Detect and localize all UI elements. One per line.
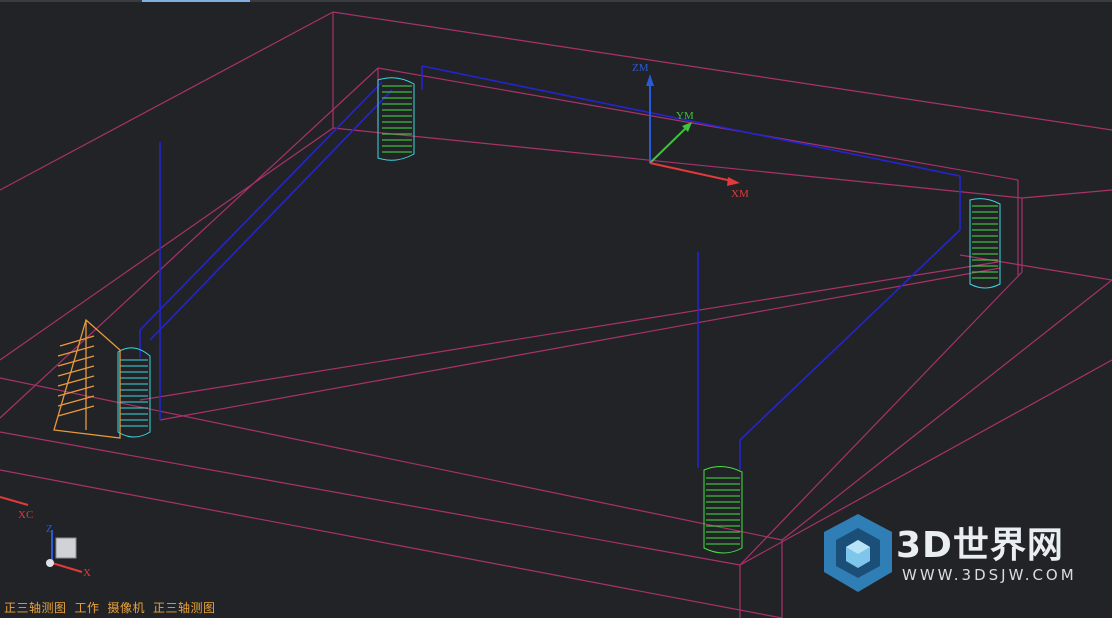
status-view-name: 正三轴测图: [4, 601, 67, 615]
watermark: 3D世界网 WWW.3DSJW.COM: [820, 510, 1090, 600]
cut-cluster-front-right: [703, 466, 743, 554]
model-csys: ZM YM XM: [632, 62, 749, 200]
tool-path: [139, 65, 961, 470]
cutter-tool: [53, 318, 121, 439]
status-camera: 摄像机: [107, 601, 146, 615]
axis-label-zm: ZM: [632, 62, 649, 74]
cut-cluster-top-right: [969, 198, 1001, 289]
axis-label-xc: XC: [18, 509, 33, 521]
cut-cluster-front-left: [117, 347, 151, 438]
cut-cluster-top-left: [377, 77, 415, 161]
status-camera-view: 正三轴测图: [153, 601, 216, 615]
triad-label-z: Z: [46, 523, 53, 535]
axis-label-ym: YM: [676, 110, 694, 122]
watermark-title: 3D世界网: [896, 525, 1064, 566]
work-csys: XC: [0, 496, 33, 521]
axis-label-xm: XM: [731, 188, 749, 200]
watermark-url: WWW.3DSJW.COM: [902, 566, 1077, 584]
triad-label-x: X: [83, 567, 91, 579]
status-layer: 工作: [74, 601, 100, 615]
cube-logo-icon: [824, 514, 892, 592]
view-triad[interactable]: Z X: [46, 523, 91, 579]
view-status-bar: 正三轴测图 工作 摄像机 正三轴测图: [4, 599, 224, 616]
